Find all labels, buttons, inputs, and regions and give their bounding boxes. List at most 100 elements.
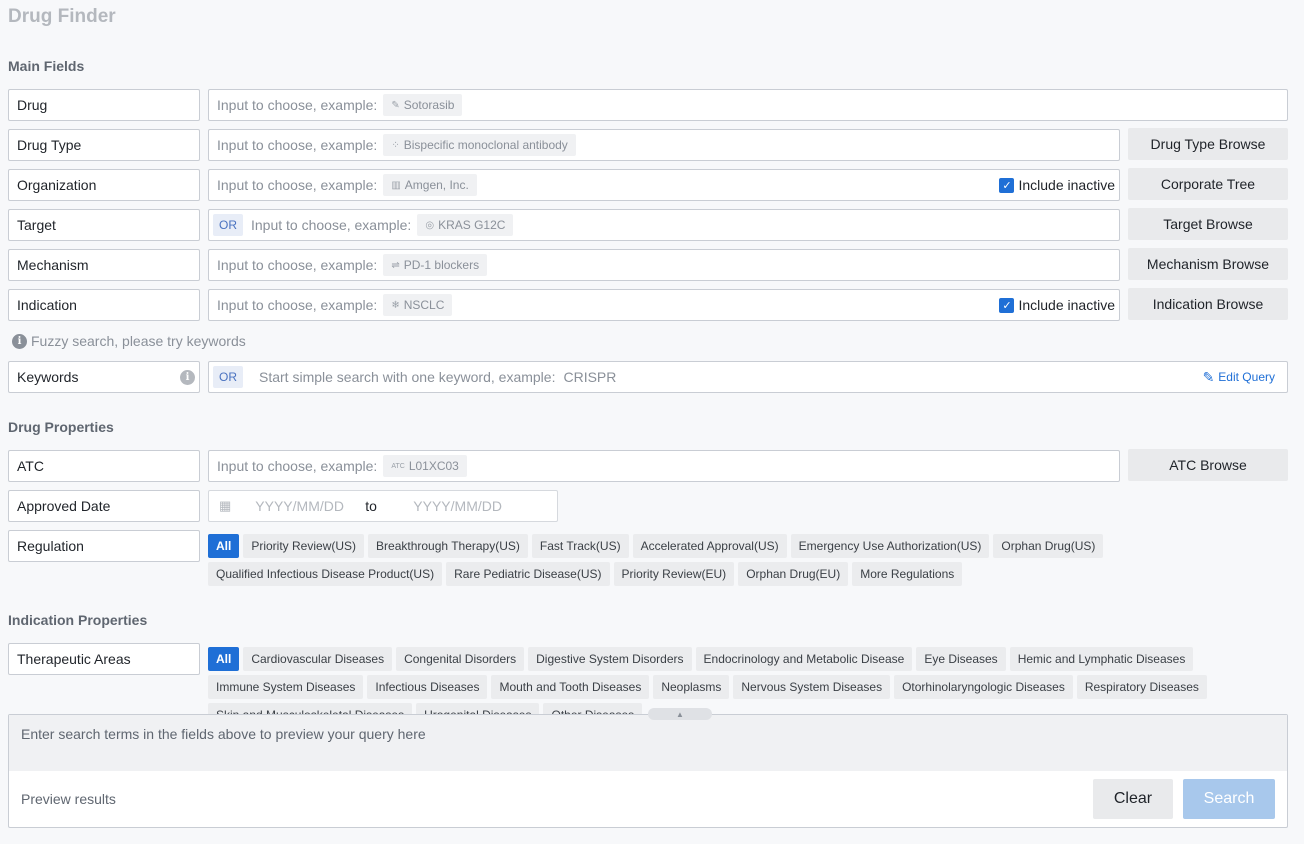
atc-input[interactable]: Input to choose, example: ATCL01XC03 [208,450,1120,482]
info-icon[interactable]: i [180,370,195,385]
mechanism-example-chip[interactable]: ⇌ PD-1 blockers [383,254,487,276]
indication-example-chip[interactable]: ❄NSCLC [383,294,452,316]
regulation-tag[interactable]: Fast Track(US) [532,534,629,558]
regulation-tag[interactable]: Priority Review(US) [243,534,364,558]
drug-type-label: Drug Type [8,129,200,161]
drug-example-text: Sotorasib [404,98,455,112]
section-indication-properties: Indication Properties [8,612,147,628]
search-button[interactable]: Search [1183,779,1275,819]
regulation-tag[interactable]: Breakthrough Therapy(US) [368,534,528,558]
atc-browse-button[interactable]: ATC Browse [1128,449,1288,481]
therapeutic-area-tag[interactable]: Cardiovascular Diseases [243,647,392,671]
organization-example-chip[interactable]: ▥Amgen, Inc. [383,174,476,196]
pencil-icon: ✎ [1203,369,1215,386]
indication-input[interactable]: Input to choose, example: ❄NSCLC ✓ Includ… [208,289,1120,321]
therapeutic-area-tag[interactable]: Mouth and Tooth Diseases [491,675,649,699]
regulation-tag[interactable]: Emergency Use Authorization(US) [791,534,990,558]
date-to-input[interactable]: YYYY/MM/DD [413,498,502,514]
collapse-handle[interactable]: ▲ [648,708,712,720]
indication-placeholder: Input to choose, example: [217,297,377,313]
clear-button[interactable]: Clear [1093,779,1173,819]
atc-example-chip[interactable]: ATCL01XC03 [383,455,467,477]
approved-date-label: Approved Date [8,490,200,522]
regulation-tags-row1: AllPriority Review(US)Breakthrough Thera… [208,534,1103,558]
preview-results-label: Preview results [21,791,116,807]
therapeutic-area-tag[interactable]: Eye Diseases [916,647,1005,671]
indication-example-text: NSCLC [404,298,445,312]
atc-placeholder: Input to choose, example: [217,458,377,474]
target-browse-button[interactable]: Target Browse [1128,208,1288,240]
therapeutic-area-tag[interactable]: Otorhinolaryngologic Diseases [894,675,1073,699]
therapeutic-area-tag[interactable]: Endocrinology and Metabolic Disease [696,647,913,671]
approved-date-range[interactable]: ▦ YYYY/MM/DD to YYYY/MM/DD [208,490,558,522]
drug-input[interactable]: Input to choose, example: ✎Sotorasib [208,89,1288,121]
therapeutic-area-tag[interactable]: Nervous System Diseases [733,675,890,699]
therapeutic-area-tag[interactable]: All [208,647,239,671]
mechanism-input[interactable]: Input to choose, example: ⇌ PD-1 blockers [208,249,1120,281]
target-placeholder: Input to choose, example: [251,217,411,233]
therapeutic-area-tag[interactable]: Respiratory Diseases [1077,675,1207,699]
drug-type-example-text: Bispecific monoclonal antibody [404,138,568,152]
organization-example-text: Amgen, Inc. [405,178,469,192]
regulation-tag[interactable]: Qualified Infectious Disease Product(US) [208,562,442,586]
checkbox-checked-icon[interactable]: ✓ [999,298,1014,313]
therapeutic-area-tag[interactable]: Skin and Musculoskeletal Diseases [208,703,412,714]
regulation-tag[interactable]: Orphan Drug(US) [993,534,1103,558]
edit-query-label: Edit Query [1218,370,1275,384]
therapeutic-area-tag[interactable]: Other Diseases [543,703,642,714]
target-or-toggle[interactable]: OR [213,214,243,236]
mechanism-label: Mechanism [8,249,200,281]
target-example-chip[interactable]: ◎KRAS G12C [417,214,513,236]
drug-example-chip[interactable]: ✎Sotorasib [383,94,462,116]
therapeutic-area-tag[interactable]: Immune System Diseases [208,675,363,699]
regulation-label: Regulation [8,530,200,562]
target-label: Target [8,209,200,241]
organization-input[interactable]: Input to choose, example: ▥Amgen, Inc. ✓… [208,169,1120,201]
arrows-icon: ⇌ [391,260,399,271]
date-from-input[interactable]: YYYY/MM/DD [255,498,365,514]
keywords-input[interactable]: OR Start simple search with one keyword,… [208,361,1288,393]
drug-type-example-chip[interactable]: ⁘ Bispecific monoclonal antibody [383,134,575,156]
checkbox-checked-icon[interactable]: ✓ [999,178,1014,193]
info-icon: i [12,334,27,349]
corporate-tree-button[interactable]: Corporate Tree [1128,168,1288,200]
therapeutic-area-tag[interactable]: Digestive System Disorders [528,647,691,671]
regulation-tag[interactable]: All [208,534,239,558]
atc-example-text: L01XC03 [409,459,459,473]
date-to-label: to [365,498,413,514]
therapeutic-area-tag[interactable]: Neoplasms [653,675,729,699]
organization-placeholder: Input to choose, example: [217,177,377,193]
chevron-up-icon: ▲ [676,710,684,719]
section-main-fields: Main Fields [8,58,84,74]
regulation-tag[interactable]: Orphan Drug(EU) [738,562,848,586]
drug-label: Drug [8,89,200,121]
mechanism-example-text: PD-1 blockers [404,258,479,272]
therapeutic-area-tag[interactable]: Urogenital Diseases [416,703,539,714]
molecule-icon: ⁘ [391,140,399,151]
organization-label: Organization [8,169,200,201]
keywords-placeholder: Start simple search with one keyword, ex… [259,369,555,385]
include-inactive-label: Include inactive [1018,297,1115,313]
drug-type-input[interactable]: Input to choose, example: ⁘Bispecific mo… [208,129,1120,161]
regulation-tag[interactable]: Rare Pediatric Disease(US) [446,562,609,586]
keywords-or-toggle[interactable]: OR [213,366,243,388]
edit-query-link[interactable]: ✎ Edit Query [1203,369,1275,386]
therapeutic-area-tag[interactable]: Congenital Disorders [396,647,524,671]
therapeutic-areas-label: Therapeutic Areas [8,643,200,675]
keywords-label: Keywords [17,369,78,385]
organization-include-inactive[interactable]: ✓Include inactive [999,170,1115,200]
indication-include-inactive[interactable]: ✓ Include inactive [999,290,1115,320]
indication-browse-button[interactable]: Indication Browse [1128,288,1288,320]
regulation-tag[interactable]: More Regulations [852,562,962,586]
mechanism-placeholder: Input to choose, example: [217,257,377,273]
fuzzy-hint-text: Fuzzy search, please try keywords [31,333,246,349]
drug-type-browse-button[interactable]: Drug Type Browse [1128,128,1288,160]
ta-tags-row3: Skin and Musculoskeletal Diseases Urogeni… [208,703,642,714]
regulation-tag[interactable]: Accelerated Approval(US) [633,534,787,558]
target-input[interactable]: OR Input to choose, example: ◎KRAS G12C [208,209,1120,241]
regulation-tag[interactable]: Priority Review(EU) [614,562,735,586]
therapeutic-area-tag[interactable]: Hemic and Lymphatic Diseases [1010,647,1194,671]
therapeutic-area-tag[interactable]: Infectious Diseases [367,675,487,699]
mechanism-browse-button[interactable]: Mechanism Browse [1128,248,1288,280]
query-preview-text: Enter search terms in the fields above t… [9,715,1287,771]
